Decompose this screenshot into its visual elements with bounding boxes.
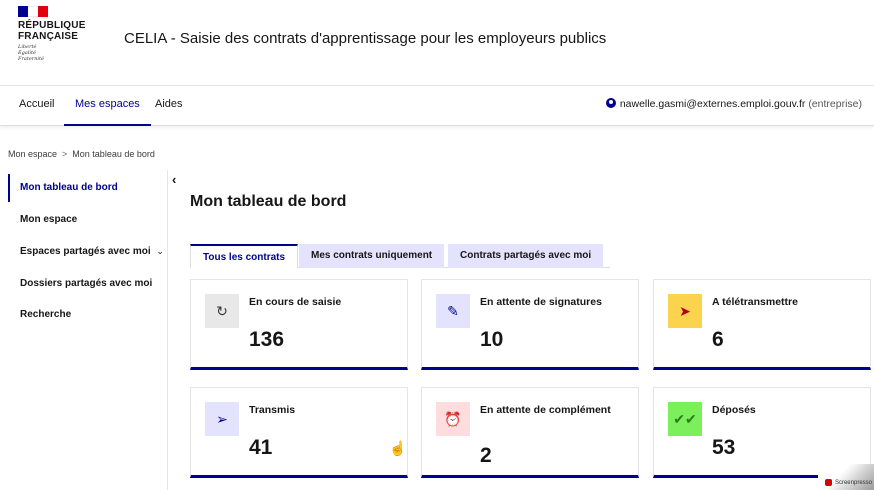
french-flag-icon [18,6,48,17]
sidebar-item-mon-espace[interactable]: Mon espace [20,214,77,225]
card-value: 2 [480,444,492,467]
screenpresso-logo-icon [825,479,832,486]
logo-line-1: RÉPUBLIQUE [18,20,86,31]
card-label: Transmis [249,404,296,416]
site-header: RÉPUBLIQUE FRANÇAISE Liberté Égalité Fra… [0,0,874,86]
card-value: 10 [480,328,504,351]
card-label: Déposés [712,404,756,416]
sign-icon: ✎ [436,294,470,328]
card-label: En attente de complément [480,404,611,416]
breadcrumb: Mon espace > Mon tableau de bord [8,149,155,159]
card-label: A télétransmettre [712,296,798,308]
sidebar-active-indicator [8,174,10,202]
hand-cursor-icon: ☝ [389,440,407,456]
nav-aides[interactable]: Aides [155,86,183,126]
card-value: 6 [712,328,724,351]
user-role: (entreprise) [808,98,862,110]
screenpresso-watermark: Screenpresso [818,464,874,490]
nav-mes-espaces[interactable]: Mes espaces [64,86,151,126]
logo-line-2: FRANÇAISE [18,31,79,42]
breadcrumb-separator: > [62,149,68,159]
breadcrumb-mon-espace[interactable]: Mon espace [8,149,57,159]
user-email: nawelle.gasmi@externes.emploi.gouv.fr [619,98,806,110]
sidebar-item-espaces-partages[interactable]: Espaces partagés avec moi ⌄ [20,246,164,257]
card-value: 136 [249,328,285,351]
breadcrumb-current: Mon tableau de bord [72,149,155,159]
main-nav: Accueil Mes espaces Aides nawelle.gasmi@… [0,86,874,126]
page-title: Mon tableau de bord [190,193,347,210]
card-label: En cours de saisie [249,296,342,308]
card-transmis[interactable]: ➢ Transmis 41 [190,387,408,478]
sent-icon: ➢ [205,402,239,436]
send-clock-icon: ➤ [668,294,702,328]
tab-mes-contrats[interactable]: Mes contrats uniquement [299,244,445,268]
sidebar-item-recherche[interactable]: Recherche [20,309,71,320]
user-icon [605,98,616,108]
motto-line-3: Fraternité [18,56,44,62]
sidebar-item-dossiers-partages[interactable]: Dossiers partagés avec moi [20,278,152,289]
user-account[interactable]: nawelle.gasmi@externes.emploi.gouv.fr (e… [605,86,862,126]
alarm-icon: ⏰ [436,402,470,436]
republique-francaise-logo[interactable]: RÉPUBLIQUE FRANÇAISE Liberté Égalité Fra… [18,6,98,62]
app-title: CELIA - Saisie des contrats d'apprentiss… [124,30,607,47]
sidebar-item-tableau-de-bord[interactable]: Mon tableau de bord [20,182,118,193]
card-en-cours-de-saisie[interactable]: ↻ En cours de saisie 136 [190,279,408,370]
watermark-text: Screenpresso [834,480,872,486]
double-check-icon: ✔✔ [668,402,702,436]
tab-tous-les-contrats[interactable]: Tous les contrats [190,244,299,268]
collapse-sidebar-icon[interactable]: ‹ [172,172,176,187]
refresh-icon: ↻ [205,294,239,328]
chevron-down-icon: ⌄ [156,246,164,256]
card-value: 53 [712,436,736,459]
card-en-attente-de-complement[interactable]: ⏰ En attente de complément 2 [421,387,639,478]
sidebar: Mon tableau de bord Mon espace Espaces p… [8,170,168,490]
logo-motto: Liberté Égalité Fraternité [18,44,98,62]
card-value: 41 [249,436,273,459]
card-a-teletransmettre[interactable]: ➤ A télétransmettre 6 [653,279,871,370]
card-label: En attente de signatures [480,296,602,308]
card-en-attente-de-signatures[interactable]: ✎ En attente de signatures 10 [421,279,639,370]
nav-accueil[interactable]: Accueil [19,86,54,126]
sidebar-item-espaces-partages-label: Espaces partagés avec moi [20,246,151,257]
tab-contrats-partages[interactable]: Contrats partagés avec moi [448,244,604,268]
